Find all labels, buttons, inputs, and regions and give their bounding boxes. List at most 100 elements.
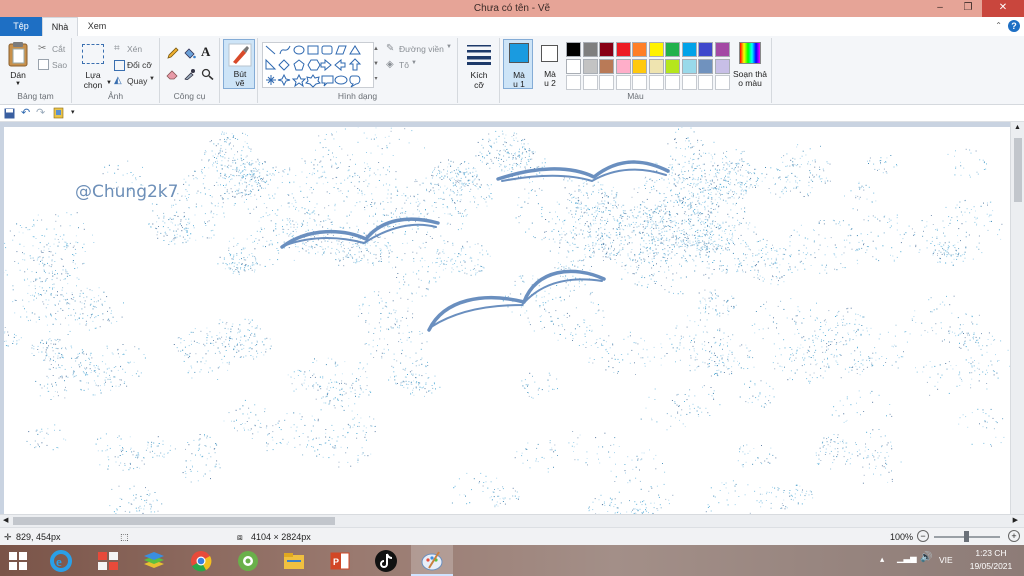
- undo-icon[interactable]: ↶: [21, 106, 30, 119]
- custom-color-slot[interactable]: [681, 75, 697, 90]
- internet-explorer-icon[interactable]: e: [48, 548, 74, 574]
- document-icon[interactable]: [53, 107, 65, 119]
- windows-start-icon[interactable]: [9, 552, 27, 570]
- fill-button[interactable]: ◈ Tô ▼: [386, 59, 436, 71]
- rotate-button[interactable]: ◭ Quay ▼: [114, 75, 158, 87]
- network-icon[interactable]: ▁▃▅: [897, 553, 917, 564]
- palette-color-swatch[interactable]: [566, 58, 581, 74]
- scroll-up-icon[interactable]: ▲: [1014, 124, 1021, 131]
- paste-dropdown-icon[interactable]: ▼: [4, 79, 32, 89]
- palette-color-swatch[interactable]: [681, 58, 697, 74]
- palette-color-swatch[interactable]: [648, 58, 664, 74]
- palette-color-swatch[interactable]: [599, 42, 614, 57]
- custom-color-slot[interactable]: [714, 75, 730, 90]
- color-picker-icon[interactable]: [183, 68, 196, 80]
- palette-color-swatch[interactable]: [665, 58, 680, 74]
- pencil-icon[interactable]: [166, 47, 179, 60]
- input-language[interactable]: VIE: [939, 555, 953, 565]
- select-dropdown-icon[interactable]: ▼: [106, 80, 112, 86]
- palette-color-swatch[interactable]: [615, 42, 631, 57]
- tab-view[interactable]: Xem: [80, 17, 114, 36]
- vertical-scroll-thumb[interactable]: [1014, 138, 1022, 202]
- palette-color-swatch[interactable]: [698, 58, 713, 74]
- horizontal-scrollbar[interactable]: ◀ ▶: [0, 514, 1024, 527]
- scroll-right-icon[interactable]: ▶: [1013, 516, 1018, 524]
- edit-colors-button[interactable]: Soạn thả o màu: [730, 39, 770, 89]
- custom-color-slot[interactable]: [599, 75, 614, 90]
- shapes-scroll[interactable]: ▲ ▼ ▾: [372, 42, 380, 88]
- size-button[interactable]: Kích cỡ: [462, 40, 496, 90]
- scroll-left-icon[interactable]: ◀: [3, 516, 8, 524]
- zoom-slider-thumb[interactable]: [964, 531, 969, 542]
- size-label-1: Kích: [470, 70, 488, 80]
- custom-color-slot[interactable]: [665, 75, 680, 90]
- color1-label-2: u 1: [513, 79, 525, 89]
- palette-color-swatch[interactable]: [714, 58, 730, 74]
- shapes-gallery-icon[interactable]: [263, 43, 375, 89]
- coc-coc-icon[interactable]: [235, 548, 261, 574]
- collapse-ribbon-icon[interactable]: ⌃: [995, 21, 1002, 30]
- clock-date[interactable]: 19/05/2021: [962, 561, 1020, 571]
- fill-bucket-icon[interactable]: [183, 47, 196, 60]
- palette-color-swatch[interactable]: [632, 42, 647, 57]
- restore-button[interactable]: ❐: [954, 0, 982, 17]
- cut-button[interactable]: ✂ Cắt: [38, 43, 70, 55]
- palette-color-swatch[interactable]: [632, 58, 647, 74]
- magnifier-icon[interactable]: [201, 68, 214, 80]
- close-button[interactable]: ✕: [982, 0, 1024, 17]
- save-icon[interactable]: [4, 108, 15, 119]
- brushes-button[interactable]: Bút vẽ: [223, 39, 255, 89]
- volume-icon[interactable]: 🔊: [920, 552, 932, 563]
- drawing-canvas[interactable]: @Chung2k7: [4, 127, 1010, 514]
- color1-button[interactable]: Mà u 1: [503, 39, 533, 89]
- tab-home[interactable]: Nhà: [42, 17, 78, 36]
- customize-qat-icon[interactable]: ▾: [71, 108, 75, 116]
- powerpoint-icon[interactable]: P: [327, 548, 353, 574]
- zoom-in-button[interactable]: +: [1008, 530, 1020, 542]
- palette-color-swatch[interactable]: [665, 42, 680, 57]
- text-icon[interactable]: A: [201, 44, 210, 60]
- palette-color-swatch[interactable]: [698, 42, 713, 57]
- tab-file[interactable]: Tệp: [0, 17, 42, 36]
- zoom-out-button[interactable]: −: [917, 530, 929, 542]
- palette-color-swatch[interactable]: [714, 42, 730, 57]
- custom-color-slot[interactable]: [648, 75, 664, 90]
- palette-color-swatch[interactable]: [648, 42, 664, 57]
- horizontal-scroll-thumb[interactable]: [13, 517, 335, 525]
- resize-label: Đổi cỡ: [127, 60, 152, 70]
- resize-button[interactable]: Đổi cỡ: [114, 59, 158, 71]
- paste-button[interactable]: Dán ▼: [4, 40, 32, 88]
- tray-overflow-icon[interactable]: ▴: [880, 554, 884, 565]
- tools-group: A Công cụ: [160, 38, 220, 103]
- palette-color-swatch[interactable]: [566, 42, 581, 57]
- app-grid-icon[interactable]: [95, 548, 121, 574]
- custom-color-slot[interactable]: [566, 75, 581, 90]
- paint-app-icon[interactable]: [419, 548, 445, 574]
- select-button[interactable]: Lựa chọn: [78, 40, 108, 90]
- palette-color-swatch[interactable]: [615, 58, 631, 74]
- eraser-icon[interactable]: [166, 68, 179, 80]
- minimize-button[interactable]: –: [926, 0, 954, 17]
- clock-time[interactable]: 1:23 CH: [966, 548, 1016, 558]
- palette-color-swatch[interactable]: [681, 42, 697, 57]
- custom-color-slot[interactable]: [582, 75, 598, 90]
- palette-color-swatch[interactable]: [582, 42, 598, 57]
- rotate-dropdown-icon[interactable]: ▼: [149, 76, 155, 82]
- palette-color-swatch[interactable]: [599, 58, 614, 74]
- palette-color-swatch[interactable]: [582, 58, 598, 74]
- redo-icon[interactable]: ↷: [36, 106, 45, 119]
- color2-button[interactable]: Mà u 2: [536, 39, 564, 89]
- vertical-scrollbar[interactable]: ▲: [1010, 122, 1024, 514]
- custom-color-slot[interactable]: [632, 75, 647, 90]
- tiktok-icon[interactable]: [373, 548, 399, 574]
- chrome-icon[interactable]: [188, 548, 214, 574]
- file-explorer-icon[interactable]: [281, 548, 307, 574]
- copy-button[interactable]: Sao: [38, 59, 70, 71]
- custom-color-slot[interactable]: [698, 75, 713, 90]
- crop-button[interactable]: ⌗ Xén: [114, 43, 158, 55]
- size-group: Kích cỡ: [458, 38, 500, 103]
- outline-button[interactable]: ✎ Đường viền ▼: [386, 43, 456, 55]
- custom-color-slot[interactable]: [615, 75, 631, 90]
- help-icon[interactable]: ?: [1008, 20, 1020, 32]
- bluestacks-icon[interactable]: [141, 548, 167, 574]
